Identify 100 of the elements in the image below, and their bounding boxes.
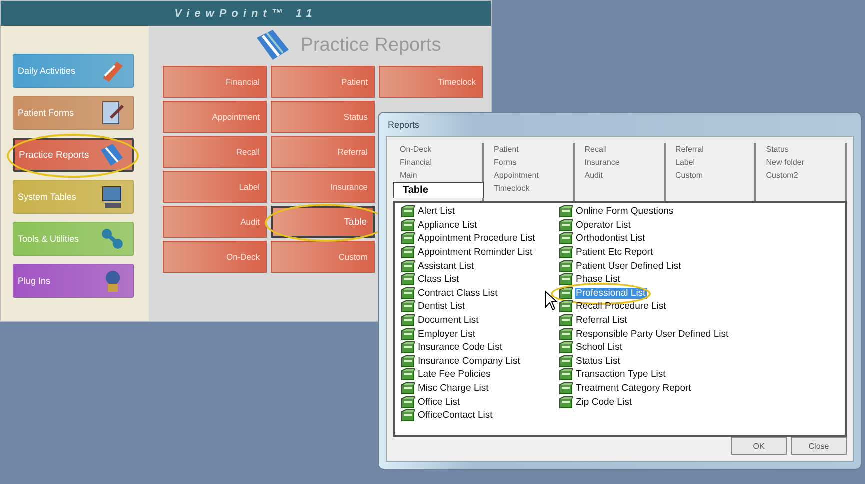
list-item[interactable]: Referral List [575, 315, 628, 326]
folder-icon [401, 328, 415, 341]
folder-icon [401, 396, 415, 409]
report-button[interactable]: Insurance [271, 171, 375, 203]
folder-icon [559, 396, 573, 409]
folder-icon [401, 341, 415, 354]
tab[interactable]: Custom [668, 169, 754, 182]
report-button[interactable]: Timeclock [379, 66, 483, 98]
tab[interactable]: New folder [759, 156, 845, 169]
report-button[interactable]: Status [271, 101, 375, 133]
list-item[interactable]: Patient Etc Report [575, 247, 654, 258]
list-item[interactable]: OfficeContact List [417, 410, 494, 422]
tab[interactable]: Custom2 [759, 169, 845, 182]
report-button[interactable]: Audit [163, 206, 267, 238]
sidebar-button[interactable]: Plug Ins [13, 264, 134, 298]
list-item[interactable]: Insurance Code List [417, 342, 504, 354]
tab[interactable]: Table [393, 182, 484, 198]
folder-icon [401, 286, 415, 300]
sidebar-button[interactable]: Patient Forms [13, 96, 134, 130]
report-button[interactable]: On-Deck [163, 241, 267, 273]
report-button[interactable]: Table [271, 206, 375, 238]
folder-icon [559, 260, 573, 273]
tab[interactable]: Recall [578, 143, 664, 156]
list-item[interactable]: Responsible Party User Defined List [575, 328, 730, 340]
list-item[interactable]: Appliance List [417, 220, 478, 231]
list-item[interactable]: Online Form Questions [575, 206, 675, 218]
folder-icon [401, 246, 415, 260]
folder-icon [401, 354, 415, 368]
list-item[interactable]: Insurance Company List [417, 356, 522, 367]
list-item[interactable]: Assistant List [417, 260, 475, 272]
dialog-title: Reports [387, 118, 421, 132]
dialog-button[interactable]: Close [791, 437, 847, 455]
tab[interactable]: Financial [393, 156, 482, 169]
list-item[interactable]: Class List [417, 274, 460, 286]
list-item[interactable]: Misc Charge List [417, 383, 490, 394]
list-item[interactable]: Transaction Type List [575, 369, 667, 380]
folder-icon [559, 354, 573, 368]
dialog-button[interactable]: OK [731, 437, 787, 455]
tab[interactable]: Forms [487, 156, 573, 169]
folder-icon [401, 205, 415, 218]
folder-icon [401, 232, 415, 246]
report-button[interactable]: Appointment [163, 101, 267, 133]
folder-icon [401, 218, 415, 232]
cursor-icon [545, 290, 559, 311]
folder-icon [401, 314, 415, 328]
folder-icon [559, 368, 573, 382]
folder-icon [559, 246, 573, 260]
page-heading: Practice Reports [300, 35, 442, 57]
report-button[interactable]: Recall [163, 136, 267, 168]
folder-icon [559, 205, 573, 218]
list-item[interactable]: Recall Procedure List [575, 301, 668, 312]
folder-icon [559, 232, 573, 246]
folder-icon [401, 382, 415, 396]
window-title: ViewPoint™ 11 [1, 1, 491, 26]
list-item[interactable]: Contract Class List [417, 288, 499, 299]
sidebar-button[interactable]: Daily Activities [13, 54, 134, 88]
folder-icon [559, 218, 573, 232]
folder-icon [559, 382, 573, 396]
tab[interactable]: Timeclock [487, 182, 573, 195]
list-item[interactable]: Alert List [417, 206, 456, 218]
tab[interactable]: Main [393, 169, 482, 182]
folder-icon [401, 260, 415, 273]
report-button[interactable]: Label [163, 171, 267, 203]
folder-icon [559, 286, 573, 300]
folder-icon [559, 273, 573, 286]
tab[interactable]: Referral [668, 143, 754, 156]
report-button[interactable]: Custom [271, 241, 375, 273]
folder-icon [559, 328, 573, 341]
list-item[interactable]: Patient User Defined List [575, 260, 682, 272]
list-item[interactable]: Zip Code List [575, 396, 633, 408]
list-item[interactable]: Phase List [575, 274, 622, 286]
folder-icon [559, 314, 573, 328]
report-button[interactable]: Referral [271, 136, 375, 168]
sidebar-button[interactable]: Practice Reports [13, 138, 134, 172]
list-item[interactable]: Office List [417, 396, 462, 408]
folder-icon [401, 300, 415, 314]
list-item[interactable]: School List [575, 342, 624, 354]
folder-icon [401, 409, 415, 422]
tab[interactable]: Insurance [578, 156, 664, 169]
list-item[interactable]: Employer List [417, 328, 477, 340]
list-item[interactable]: Dentist List [417, 301, 466, 312]
report-button[interactable]: Patient [271, 66, 375, 98]
tab[interactable]: Status [759, 143, 845, 156]
list-item[interactable]: Professional List [575, 288, 647, 299]
tab[interactable]: Label [668, 156, 754, 169]
folder-icon [401, 368, 415, 382]
tab[interactable]: Patient [487, 143, 573, 156]
list-item[interactable]: Document List [417, 315, 480, 326]
folder-icon [401, 273, 415, 286]
report-button[interactable]: Financial [163, 66, 267, 98]
list-item[interactable]: Appointment Reminder List [417, 247, 534, 258]
list-item[interactable]: Operator List [575, 220, 632, 231]
tab[interactable]: Audit [578, 169, 664, 182]
list-item[interactable]: Late Fee Policies [417, 369, 492, 380]
tab[interactable]: Appointment [487, 169, 573, 182]
list-item[interactable]: Appointment Procedure List [417, 233, 536, 244]
list-item[interactable]: Status List [575, 356, 622, 367]
list-item[interactable]: Orthodontist List [575, 233, 646, 244]
tab[interactable]: On-Deck [393, 143, 482, 156]
list-item[interactable]: Treatment Category Report [575, 383, 692, 394]
